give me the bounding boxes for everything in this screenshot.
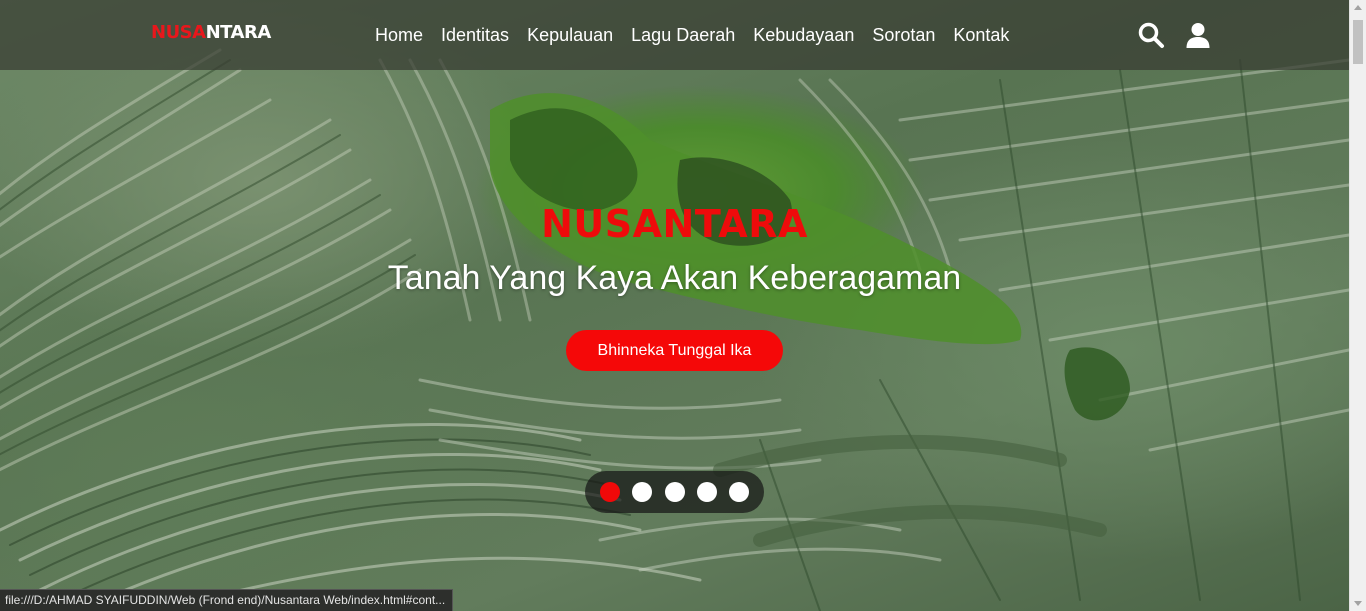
carousel-dot-2[interactable]: [632, 482, 652, 502]
vertical-scrollbar[interactable]: [1349, 0, 1366, 611]
carousel-dot-1[interactable]: [600, 482, 620, 502]
scroll-up-arrow-icon[interactable]: [1354, 5, 1362, 10]
site-logo[interactable]: NUSANTARA: [151, 21, 271, 45]
scroll-thumb[interactable]: [1353, 20, 1363, 64]
nav-link-lagu-daerah[interactable]: Lagu Daerah: [631, 22, 735, 48]
top-navbar: NUSANTARA Home Identitas Kepulauan Lagu …: [0, 0, 1349, 70]
page: NUSANTARA Home Identitas Kepulauan Lagu …: [0, 0, 1366, 611]
browser-status-bar: file:///D:/AHMAD SYAIFUDDIN/Web (Frond e…: [0, 589, 453, 611]
carousel-indicators: [585, 471, 764, 513]
hero-title: NUSANTARA: [541, 202, 808, 246]
rice-terraces-illustration: [0, 48, 1349, 611]
nav-link-sorotan[interactable]: Sorotan: [872, 22, 935, 48]
hero-subtitle: Tanah Yang Kaya Akan Keberagaman: [387, 259, 962, 297]
nav-link-kepulauan[interactable]: Kepulauan: [527, 22, 613, 48]
bhinneka-button[interactable]: Bhinneka Tunggal Ika: [566, 330, 783, 371]
nav-link-identitas[interactable]: Identitas: [441, 22, 509, 48]
logo-text-red: NUSA: [151, 22, 206, 43]
carousel-dot-3[interactable]: [665, 482, 685, 502]
hero-background-image: [0, 0, 1349, 611]
main-nav: Home Identitas Kepulauan Lagu Daerah Keb…: [366, 22, 1018, 48]
nav-link-kebudayaan[interactable]: Kebudayaan: [753, 22, 854, 48]
carousel-dot-5[interactable]: [729, 482, 749, 502]
user-icon[interactable]: [1184, 21, 1212, 49]
search-icon[interactable]: [1137, 21, 1165, 49]
nav-link-kontak[interactable]: Kontak: [953, 22, 1009, 48]
nav-link-home[interactable]: Home: [375, 22, 423, 48]
logo-text-white: NTARA: [205, 22, 272, 43]
scroll-down-arrow-icon[interactable]: [1354, 601, 1362, 606]
carousel-dot-4[interactable]: [697, 482, 717, 502]
